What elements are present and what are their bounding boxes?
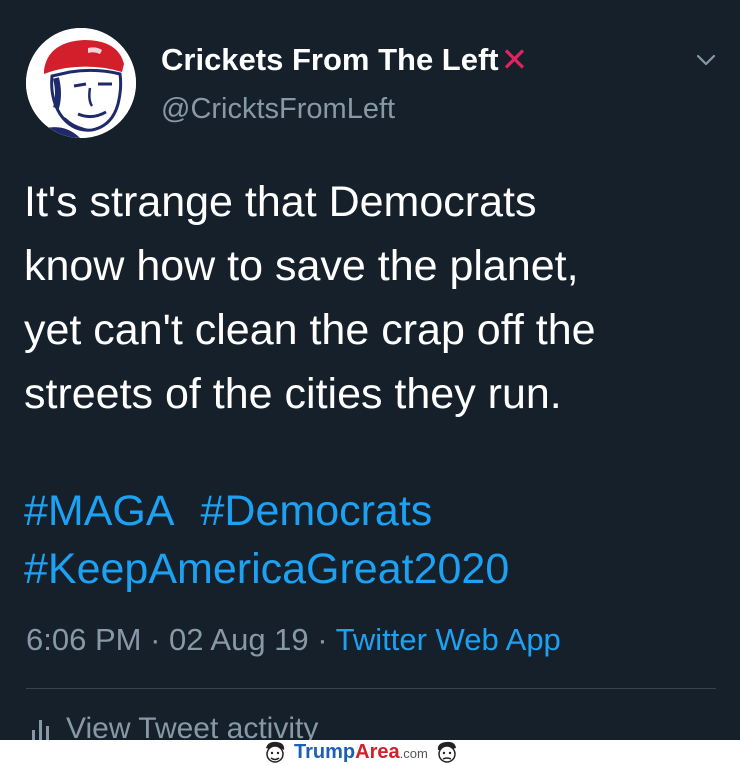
avatar[interactable] — [26, 28, 136, 138]
watermark-bar: TrumpArea.com — [0, 740, 740, 765]
user-handle[interactable]: @CricktsFromLeft — [161, 93, 395, 126]
hashtags: #MAGA #Democrats #KeepAmericaGreat2020 — [24, 482, 714, 598]
red-x-icon: ✕ — [500, 41, 529, 78]
tweet-time[interactable]: 6:06 PM — [26, 622, 141, 657]
avatar-portrait-icon — [26, 28, 136, 138]
watermark-logo: TrumpArea.com — [262, 740, 460, 765]
tweet-text-line: know how to save the planet, — [24, 242, 579, 290]
hashtag-line: #MAGA #Democrats — [24, 482, 714, 540]
hashtag-maga[interactable]: #MAGA — [24, 487, 175, 535]
hashtag-line: #KeepAmericaGreat2020 — [24, 540, 714, 598]
chevron-down-icon[interactable] — [694, 48, 718, 72]
meta-separator: · — [308, 622, 336, 657]
watermark-text: TrumpArea.com — [294, 741, 428, 764]
tweet-text-line: yet can't clean the crap off the — [24, 306, 596, 354]
hashtag-keepamericagreat2020[interactable]: #KeepAmericaGreat2020 — [24, 545, 509, 593]
watermark-part: .com — [399, 746, 428, 761]
display-name-text: Crickets From The Left — [161, 41, 499, 77]
meta-separator: · — [141, 622, 170, 657]
tweet-card: Crickets From The Left ✕ @CricktsFromLef… — [0, 0, 740, 745]
tweet-text-line: streets of the cities they run. — [24, 370, 562, 418]
bar-chart-icon — [32, 720, 49, 742]
cartoon-face-icon — [437, 741, 456, 763]
display-name[interactable]: Crickets From The Left ✕ — [161, 40, 528, 79]
watermark-part: Trump — [294, 741, 356, 763]
cartoon-face-icon — [266, 741, 285, 763]
divider — [26, 688, 716, 689]
tweet-text-line: It's strange that Democrats — [24, 178, 537, 226]
tweet-meta: 6:06 PM · 02 Aug 19 · Twitter Web App — [26, 622, 561, 658]
watermark-part: Area — [355, 741, 400, 763]
tweet-text: It's strange that Democrats know how to … — [24, 170, 714, 426]
tweet-date[interactable]: 02 Aug 19 — [169, 622, 309, 657]
tweet-source-link[interactable]: Twitter Web App — [336, 622, 561, 657]
hashtag-democrats[interactable]: #Democrats — [201, 487, 433, 535]
